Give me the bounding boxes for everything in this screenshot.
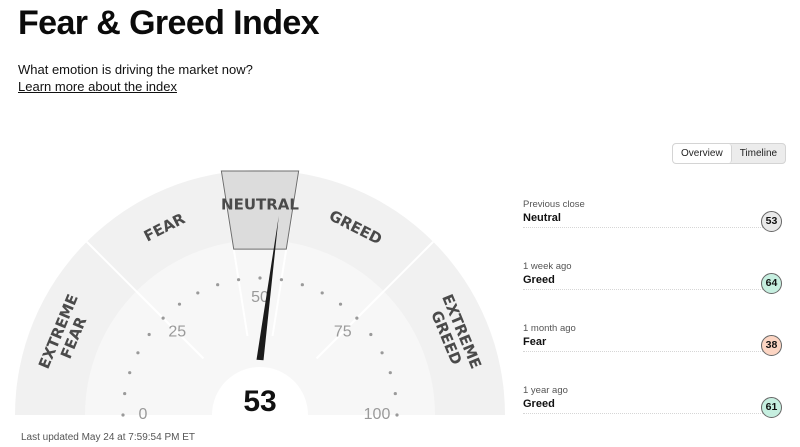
gauge-value: 53	[243, 385, 276, 418]
last-updated: Last updated May 24 at 7:59:54 PM ET	[21, 432, 195, 443]
history-row-1-week-ago: 1 week ago Greed 64	[523, 258, 785, 320]
gauge-tick-dot	[123, 391, 127, 396]
gauge-scale-label: 0	[139, 406, 148, 423]
gauge-tick-dot	[320, 291, 324, 295]
gauge-scale-label: 75	[334, 323, 352, 340]
history-divider	[523, 413, 763, 414]
page-subtitle: What emotion is driving the market now?	[18, 62, 253, 77]
history-score-badge: 53	[761, 211, 782, 232]
gauge-tick-dot	[355, 316, 359, 320]
view-toggle: Overview Timeline	[672, 143, 787, 164]
gauge-svg: EXTREMEFEARFEARNEUTRALGREEDEXTREMEGREED0…	[15, 170, 505, 423]
fear-greed-gauge: EXTREMEFEAR FEAR NEUTRAL GREED EXTREMEGREED 0…	[0, 160, 520, 430]
tab-overview[interactable]: Overview	[673, 144, 732, 163]
gauge-tick-dot	[216, 283, 220, 287]
history-row-1-year-ago: 1 year ago Greed 61	[523, 382, 785, 444]
gauge-tick-dot	[338, 302, 343, 306]
history-label: 1 year ago	[523, 385, 568, 396]
gauge-tick-dot	[393, 391, 397, 396]
page-title: Fear & Greed Index	[18, 4, 320, 42]
history-rating: Neutral	[523, 212, 561, 224]
history-label: 1 week ago	[523, 261, 572, 272]
history-rating: Greed	[523, 274, 555, 286]
gauge-tick-dot	[121, 413, 125, 417]
gauge-scale-label: 25	[168, 323, 186, 340]
segment-label-neutral: NEUTRAL	[221, 196, 299, 214]
tab-timeline[interactable]: Timeline	[732, 144, 785, 163]
gauge-tick-dot	[279, 278, 284, 282]
gauge-tick-dot	[369, 332, 373, 337]
history-divider	[523, 289, 763, 290]
history-rating: Fear	[523, 336, 547, 348]
gauge-tick-dot	[147, 332, 151, 337]
gauge-tick-dot	[161, 316, 165, 320]
learn-more-link[interactable]: Learn more about the index	[18, 79, 177, 94]
gauge-tick-dot	[128, 371, 132, 375]
history-score-badge: 64	[761, 273, 782, 294]
gauge-scale-label: 100	[364, 406, 391, 423]
gauge-tick-dot	[196, 291, 200, 295]
history-label: Previous close	[523, 199, 585, 210]
gauge-tick-dot	[177, 302, 182, 306]
history-score-badge: 61	[761, 397, 782, 418]
history-row-previous-close: Previous close Neutral 53	[523, 196, 785, 258]
gauge-tick-dot	[258, 276, 262, 280]
gauge-tick-dot	[380, 351, 384, 355]
gauge-tick-dot	[236, 278, 241, 282]
history-divider	[523, 227, 763, 228]
history-list: Previous close Neutral 53 1 week ago Gre…	[523, 196, 785, 444]
gauge-tick-dot	[300, 283, 304, 287]
gauge-tick-dot	[395, 413, 399, 417]
history-label: 1 month ago	[523, 323, 576, 334]
history-rating: Greed	[523, 398, 555, 410]
history-score-badge: 38	[761, 335, 782, 356]
gauge-tick-dot	[136, 351, 140, 355]
gauge-tick-dot	[388, 371, 392, 375]
history-divider	[523, 351, 763, 352]
history-row-1-month-ago: 1 month ago Fear 38	[523, 320, 785, 382]
